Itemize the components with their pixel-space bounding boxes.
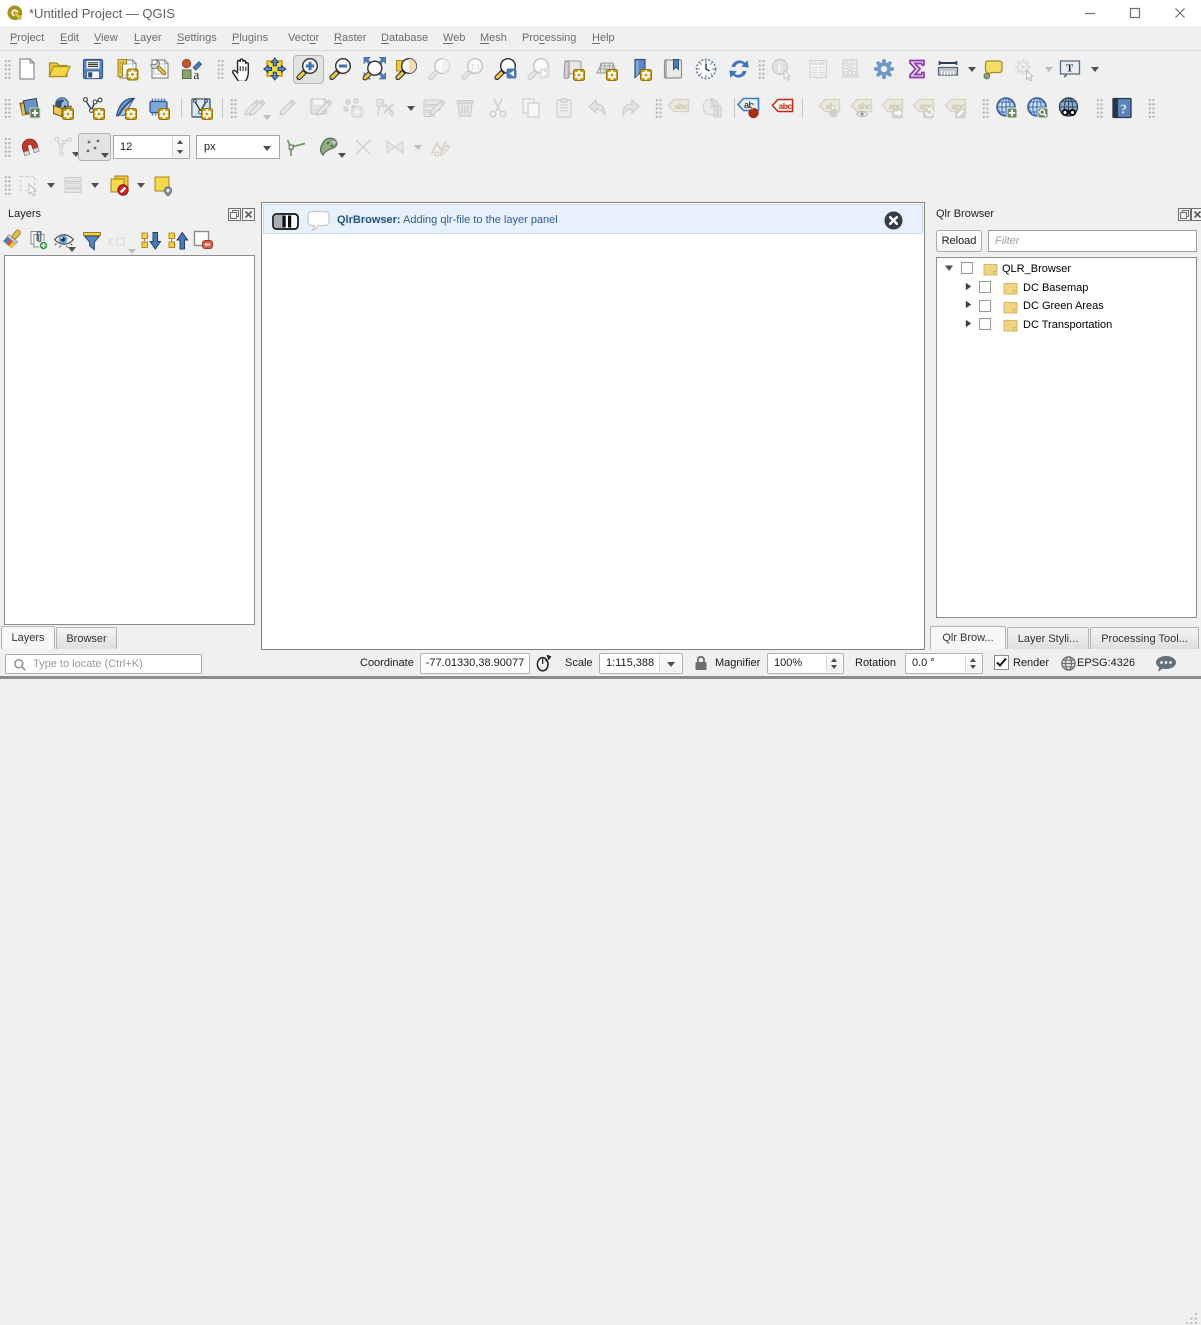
svg-text:abc: abc <box>858 101 872 111</box>
svg-text:i: i <box>778 63 781 74</box>
svg-text:a: a <box>194 67 200 81</box>
svg-text:1:1: 1:1 <box>471 64 480 71</box>
svg-text:abc: abc <box>675 101 689 111</box>
svg-text:abc: abc <box>779 101 793 111</box>
svg-text:?: ? <box>1120 103 1127 118</box>
svg-text:ε: ε <box>108 234 114 249</box>
svg-text:T: T <box>1066 63 1074 75</box>
